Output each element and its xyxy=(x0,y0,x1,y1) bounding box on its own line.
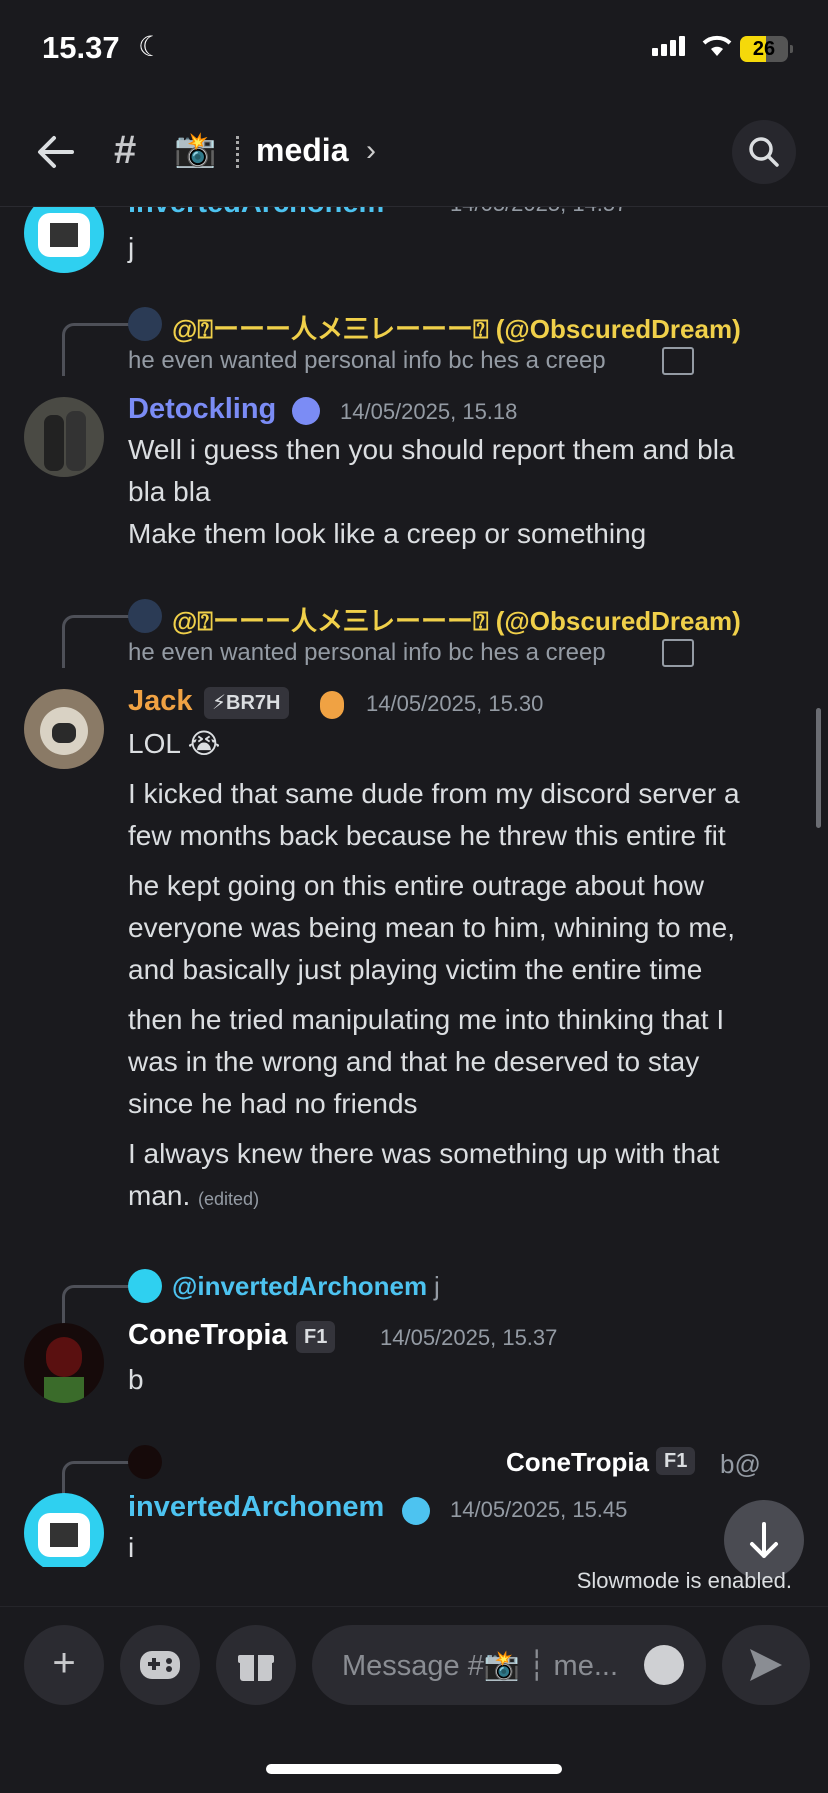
search-button[interactable] xyxy=(732,120,796,184)
gift-icon xyxy=(238,1655,274,1681)
channel-name[interactable]: media xyxy=(256,132,348,169)
avatar[interactable] xyxy=(24,1323,104,1403)
moon-icon: ☾ xyxy=(138,31,164,62)
message-author[interactable]: invertedArchonem xyxy=(128,207,384,220)
reply-connector xyxy=(62,323,129,376)
gift-button[interactable] xyxy=(216,1625,296,1705)
message-timestamp: 14/05/2025, 15.30 xyxy=(366,691,544,716)
message-timestamp: 14/05/2025, 15.37 xyxy=(380,1325,558,1350)
reply-avatar xyxy=(128,307,162,341)
reply-avatar xyxy=(128,1445,162,1479)
send-button[interactable] xyxy=(722,1625,810,1705)
image-icon xyxy=(662,639,694,667)
message-timestamp: 14/05/2025, 14.57 xyxy=(450,207,627,217)
message-list[interactable]: invertedArchonem 14/05/2025, 14.57 j @⍰ー… xyxy=(0,207,828,1567)
message-author[interactable]: Jack xyxy=(128,685,193,718)
divider xyxy=(236,136,242,168)
image-icon xyxy=(662,347,694,375)
message-text: LOL 😭 xyxy=(128,728,221,759)
message-text: man. (edited) xyxy=(128,1175,259,1220)
status-bar: 15.37 ☾ 26 xyxy=(0,0,828,100)
activities-button[interactable] xyxy=(120,1625,200,1705)
message-author[interactable]: invertedArchonem xyxy=(128,1491,384,1524)
channel-emoji: 📸 xyxy=(174,131,217,169)
slowmode-notice: Slowmode is enabled. xyxy=(576,1568,792,1593)
message-text: and basically just playing victim the en… xyxy=(128,954,703,985)
add-attachment-button[interactable]: + xyxy=(24,1625,104,1705)
message-author[interactable]: Detockling xyxy=(128,393,276,426)
reply-text[interactable]: b@ xyxy=(720,1449,761,1480)
message-author[interactable]: ConeTropia xyxy=(128,1319,288,1352)
message-text: j xyxy=(128,232,135,263)
scrollbar[interactable] xyxy=(816,708,821,828)
server-tag[interactable]: F1 xyxy=(296,1321,336,1353)
message-text: bla bla xyxy=(128,476,211,507)
reply-text[interactable]: he even wanted personal info bc hes a cr… xyxy=(128,639,606,667)
message-text: then he tried manipulating me into think… xyxy=(128,1004,725,1035)
message-text: few months back because he threw this en… xyxy=(128,820,726,851)
message-text: since he had no friends xyxy=(128,1088,418,1119)
reply-mention[interactable]: ConeTropia xyxy=(506,1447,649,1478)
avatar[interactable] xyxy=(24,207,104,273)
message-text: b xyxy=(128,1364,144,1395)
gamepad-icon xyxy=(140,1651,180,1679)
role-icon xyxy=(292,397,320,425)
message-input[interactable] xyxy=(340,1645,634,1687)
role-icon xyxy=(320,691,344,719)
message-text: was in the wrong and that he deserved to… xyxy=(128,1046,700,1077)
plus-icon: + xyxy=(52,1641,76,1685)
message-timestamp: 14/05/2025, 15.45 xyxy=(450,1497,628,1522)
clock: 15.37 xyxy=(42,30,120,65)
battery-icon: 26 xyxy=(740,36,793,62)
message-text: he kept going on this entire outrage abo… xyxy=(128,870,704,901)
edited-label: (edited) xyxy=(198,1189,260,1209)
home-indicator xyxy=(266,1764,562,1774)
server-tag[interactable]: F1 xyxy=(656,1447,696,1475)
avatar[interactable] xyxy=(24,397,104,477)
wifi-icon xyxy=(700,32,734,63)
message-line: man. xyxy=(128,1180,191,1211)
emoji-icon[interactable] xyxy=(644,1645,684,1685)
message-timestamp: 14/05/2025, 15.18 xyxy=(340,399,518,424)
role-icon xyxy=(402,1497,430,1525)
search-icon xyxy=(749,137,779,167)
message-text: i xyxy=(128,1532,135,1561)
chevron-right-icon[interactable]: › xyxy=(366,134,376,168)
message-text: Well i guess then you should report them… xyxy=(128,434,735,465)
reply-mention[interactable]: @⍰ーーー人メ三レーーー⍰ (@ObscuredDream) xyxy=(172,601,741,638)
server-tag[interactable]: ⚡BR7H xyxy=(204,687,289,719)
signal-icon xyxy=(652,36,688,56)
battery-level: 26 xyxy=(752,38,776,60)
avatar[interactable] xyxy=(24,1493,104,1567)
message-text: I kicked that same dude from my discord … xyxy=(128,778,740,809)
reply-mention[interactable]: @⍰ーーー人メ三レーーー⍰ (@ObscuredDream) xyxy=(172,309,741,346)
reply-connector xyxy=(62,615,129,668)
reply-text[interactable]: he even wanted personal info bc hes a cr… xyxy=(128,347,606,375)
locked-channel-icon: # xyxy=(114,128,137,172)
message-input-container[interactable] xyxy=(312,1625,706,1705)
reply-text[interactable]: j xyxy=(434,1271,440,1302)
back-arrow-icon[interactable] xyxy=(36,132,76,172)
send-icon xyxy=(750,1649,782,1681)
reply-avatar xyxy=(128,599,162,633)
message-text: I always knew there was something up wit… xyxy=(128,1138,720,1169)
reply-avatar xyxy=(128,1269,162,1303)
message-text: Make them look like a creep or something xyxy=(128,518,647,549)
reply-mention[interactable]: @invertedArchonem xyxy=(172,1271,427,1302)
message-text: everyone was being mean to him, whining … xyxy=(128,912,735,943)
channel-header: # 📸 media › xyxy=(0,100,828,207)
avatar[interactable] xyxy=(24,689,104,769)
